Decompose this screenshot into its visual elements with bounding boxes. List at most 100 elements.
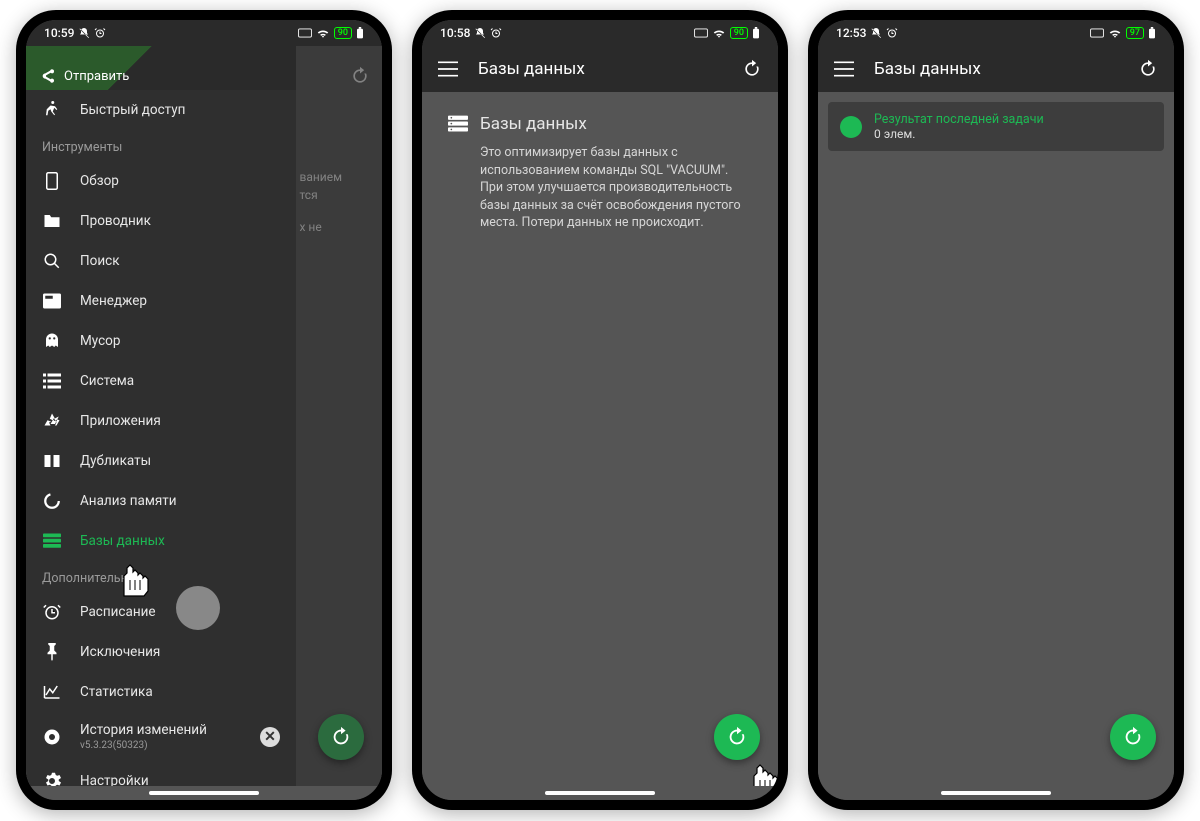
app-bar: Базы данных bbox=[422, 46, 778, 92]
cursor-pointer-icon bbox=[744, 754, 778, 786]
drawer-item-stats[interactable]: Статистика bbox=[26, 672, 296, 712]
phone-screen-3: 12:53 97 Базы данных Результат последней… bbox=[818, 20, 1174, 800]
nav-bar[interactable] bbox=[26, 786, 382, 800]
duplicates-icon bbox=[42, 451, 62, 471]
wifi-icon bbox=[1108, 27, 1122, 39]
battery-indicator: 90 bbox=[730, 27, 748, 39]
share-icon bbox=[40, 68, 56, 84]
menu-icon[interactable] bbox=[834, 61, 854, 77]
drawer-overlay: Отправить Быстрый доступ Инструменты Обз… bbox=[26, 46, 382, 786]
fab-refresh[interactable] bbox=[714, 714, 760, 760]
mute-icon bbox=[78, 27, 90, 39]
result-subtitle: 0 элем. bbox=[874, 127, 1044, 141]
refresh-icon bbox=[1122, 726, 1144, 748]
navigation-drawer[interactable]: Отправить Быстрый доступ Инструменты Обз… bbox=[26, 46, 296, 786]
drawer-item-system[interactable]: Система bbox=[26, 361, 296, 401]
phone-frame-2: 10:58 90 Базы данных Базы данных bbox=[412, 10, 788, 810]
status-dot-icon bbox=[840, 116, 862, 138]
database-icon bbox=[448, 114, 468, 134]
battery-icon bbox=[752, 27, 760, 39]
search-icon bbox=[42, 251, 62, 271]
vowifi-icon bbox=[694, 28, 708, 38]
vowifi-icon bbox=[1090, 28, 1104, 38]
drawer-item-overview[interactable]: Обзор bbox=[26, 161, 296, 201]
status-bar: 10:58 90 bbox=[422, 20, 778, 46]
app-bar: Базы данных bbox=[818, 46, 1174, 92]
run-icon bbox=[42, 100, 62, 120]
close-x-icon[interactable]: ✕ bbox=[260, 727, 280, 747]
drawer-item-manager[interactable]: Менеджер bbox=[26, 281, 296, 321]
content-area: Базы данных Это оптимизирует базы данных… bbox=[422, 92, 778, 786]
refresh-icon bbox=[330, 726, 352, 748]
phone-frame-3: 12:53 97 Базы данных Результат последней… bbox=[808, 10, 1184, 810]
ghost-icon bbox=[42, 331, 62, 351]
drawer-item-apps[interactable]: Приложения bbox=[26, 401, 296, 441]
drawer-item-schedule[interactable]: Расписание bbox=[26, 592, 296, 632]
list-icon bbox=[42, 371, 62, 391]
status-bar: 12:53 97 bbox=[818, 20, 1174, 46]
refresh-icon bbox=[726, 726, 748, 748]
phone-screen-1: 10:59 90 bbox=[26, 20, 382, 800]
drawer-item-duplicates[interactable]: Дубликаты bbox=[26, 441, 296, 481]
drawer-item-explorer[interactable]: Проводник bbox=[26, 201, 296, 241]
alarm-icon bbox=[94, 27, 106, 39]
battery-icon bbox=[356, 27, 364, 39]
phone-frame-1: 10:59 90 bbox=[16, 10, 392, 810]
database-icon bbox=[42, 531, 62, 551]
drawer-item-memory[interactable]: Анализ памяти bbox=[26, 481, 296, 521]
mute-icon bbox=[870, 27, 882, 39]
wifi-icon bbox=[316, 27, 330, 39]
status-time: 12:53 bbox=[836, 26, 866, 40]
section-tools-label: Инструменты bbox=[26, 130, 296, 161]
box-icon bbox=[42, 291, 62, 311]
folder-icon bbox=[42, 211, 62, 231]
alarm-icon bbox=[490, 27, 502, 39]
fab-refresh[interactable] bbox=[318, 714, 364, 760]
device-icon bbox=[42, 171, 62, 191]
drawer-item-exclusions[interactable]: Исключения bbox=[26, 632, 296, 672]
drawer-item-changelog[interactable]: История изменений v5.3.23(50323) ✕ bbox=[26, 712, 296, 761]
recycle-icon bbox=[42, 411, 62, 431]
chart-icon bbox=[42, 682, 62, 702]
status-time: 10:59 bbox=[44, 26, 74, 40]
nav-bar[interactable] bbox=[818, 786, 1174, 800]
drawer-scrim[interactable] bbox=[296, 46, 382, 786]
battery-indicator: 97 bbox=[1126, 27, 1144, 39]
menu-icon[interactable] bbox=[438, 61, 458, 77]
result-title: Результат последней задачи bbox=[874, 112, 1044, 127]
nav-bar[interactable] bbox=[422, 786, 778, 800]
drawer-item-search[interactable]: Поиск bbox=[26, 241, 296, 281]
avatar bbox=[176, 586, 220, 630]
circle-progress-icon bbox=[42, 491, 62, 511]
section-extra-label: Дополнительно bbox=[26, 561, 296, 592]
page-title: Базы данных bbox=[874, 59, 1118, 79]
last-task-result[interactable]: Результат последней задачи 0 элем. bbox=[828, 102, 1164, 151]
drawer-header: Отправить bbox=[26, 46, 296, 90]
alarm-clock-icon bbox=[42, 602, 62, 622]
battery-indicator: 90 bbox=[334, 27, 352, 39]
alarm-icon bbox=[886, 27, 898, 39]
vowifi-icon bbox=[298, 28, 312, 38]
settings-icon bbox=[42, 771, 62, 786]
drawer-item-trash[interactable]: Мусор bbox=[26, 321, 296, 361]
mute-icon bbox=[474, 27, 486, 39]
wifi-icon bbox=[712, 27, 726, 39]
gear-icon bbox=[42, 727, 62, 747]
drawer-item-settings[interactable]: Настройки bbox=[26, 761, 296, 786]
card-title: Базы данных bbox=[480, 114, 587, 134]
phone-screen-2: 10:58 90 Базы данных Базы данных bbox=[422, 20, 778, 800]
battery-icon bbox=[1148, 27, 1156, 39]
status-bar: 10:59 90 bbox=[26, 20, 382, 46]
share-button[interactable]: Отправить bbox=[40, 68, 129, 84]
page-title: Базы данных bbox=[478, 59, 722, 79]
fab-refresh[interactable] bbox=[1110, 714, 1156, 760]
refresh-button[interactable] bbox=[1138, 59, 1158, 79]
card-description: Это оптимизирует базы данных с использов… bbox=[448, 144, 752, 232]
content-area: Результат последней задачи 0 элем. bbox=[818, 92, 1174, 786]
status-time: 10:58 bbox=[440, 26, 470, 40]
refresh-button[interactable] bbox=[742, 59, 762, 79]
drawer-item-quick-access[interactable]: Быстрый доступ bbox=[26, 90, 296, 130]
drawer-item-databases[interactable]: Базы данных bbox=[26, 521, 296, 561]
pin-icon bbox=[42, 642, 62, 662]
info-card: Базы данных Это оптимизирует базы данных… bbox=[422, 92, 778, 254]
